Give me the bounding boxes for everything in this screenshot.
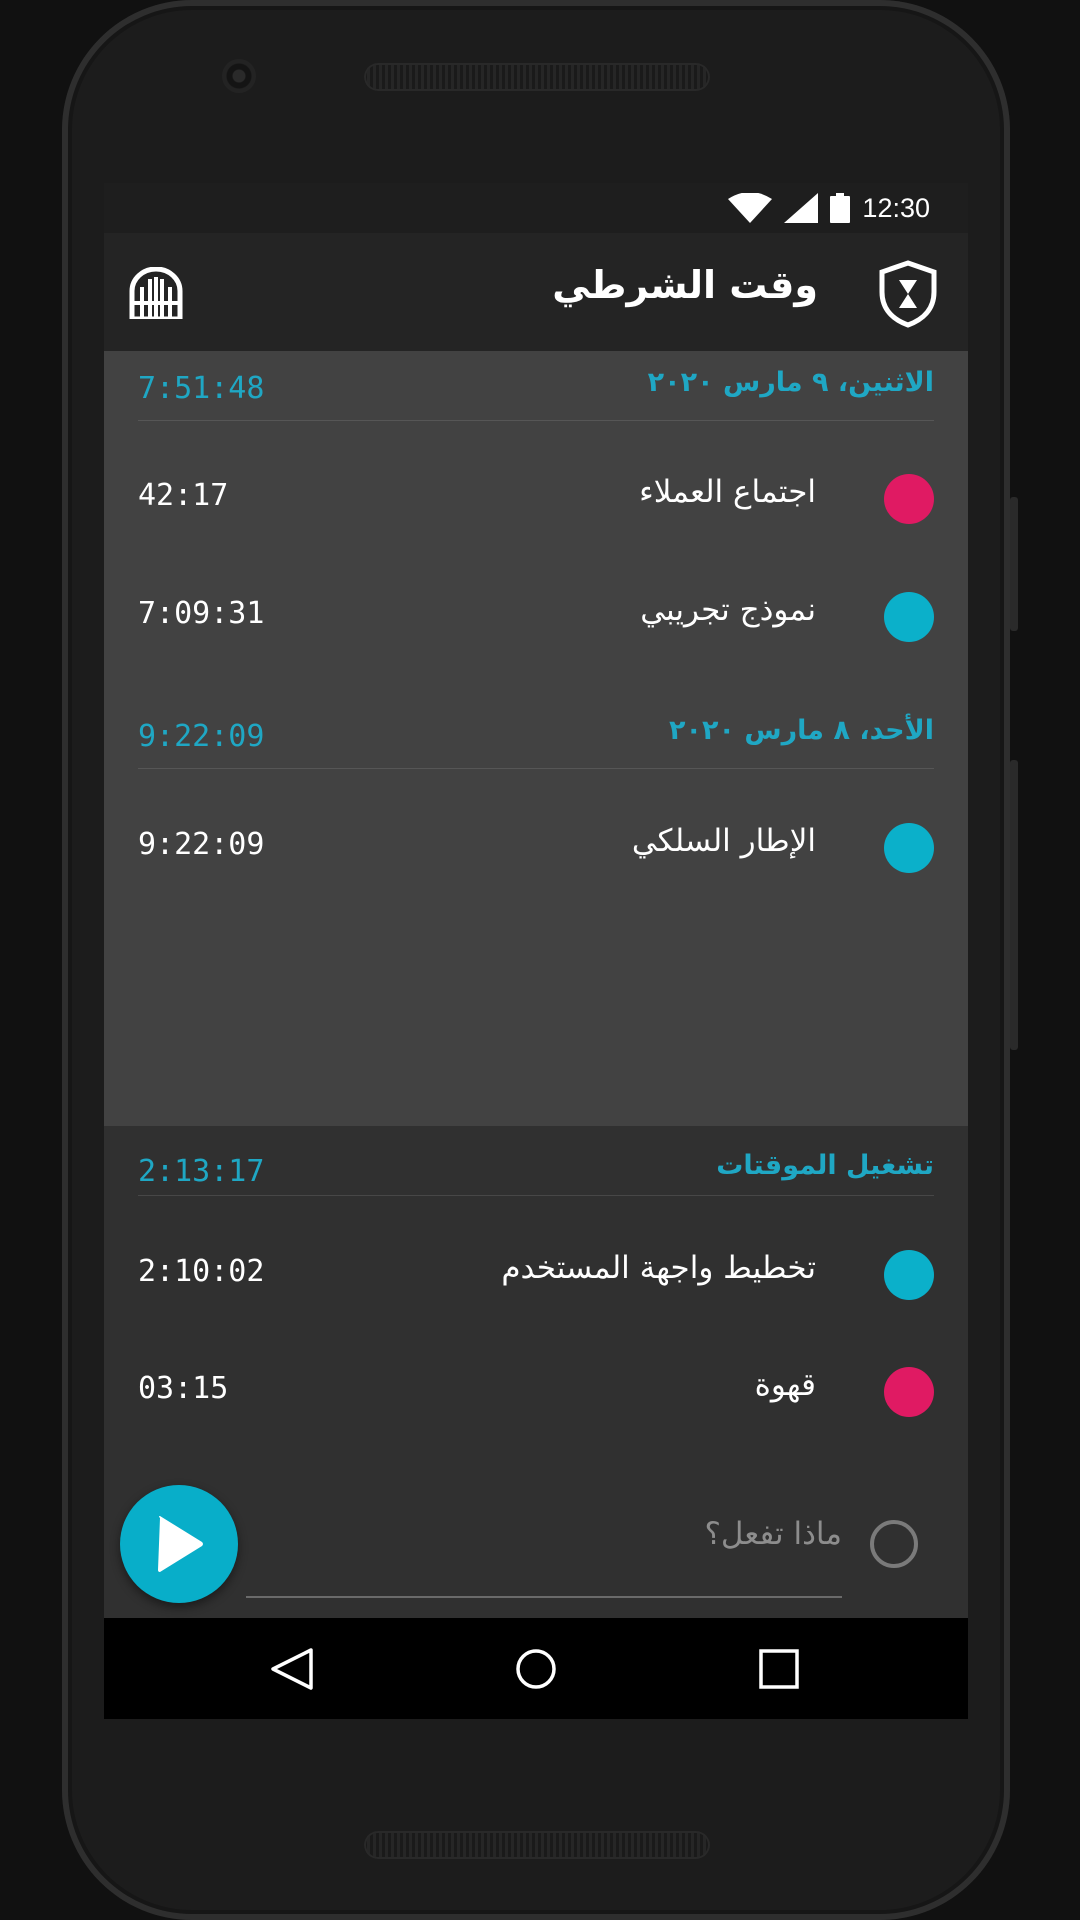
entry-duration: 42:17 (138, 478, 229, 513)
new-entry-input[interactable]: ماذا تفعل؟ (704, 1516, 842, 1552)
project-color-dot (884, 823, 934, 873)
screen: 12:30 وقت الشرطي 7:51:48 الاثنين، ٩ مارس… (104, 183, 968, 1719)
app-title: وقت الشرطي (552, 263, 818, 307)
day-header: 9:22:09 الأحد، ٨ مارس ٢٠٢٠ (138, 699, 934, 769)
play-icon (158, 1516, 203, 1572)
day-date: الأحد، ٨ مارس ٢٠٢٠ (669, 715, 934, 746)
bottom-speaker (364, 1831, 710, 1859)
project-select-circle[interactable] (870, 1520, 918, 1568)
recents-icon (759, 1648, 799, 1689)
project-color-dot (884, 1367, 934, 1417)
day-total: 7:51:48 (138, 371, 265, 406)
running-total: 2:13:17 (138, 1154, 265, 1189)
status-bar: 12:30 (104, 183, 968, 233)
project-color-dot (884, 1250, 934, 1300)
entry-name: تخطيط واجهة المستخدم (501, 1250, 816, 1286)
list-item[interactable]: 03:15 قهوة (138, 1341, 934, 1441)
battery-icon (830, 193, 851, 223)
day-total: 9:22:09 (138, 719, 265, 754)
front-camera (222, 59, 256, 93)
earpiece-speaker (364, 63, 710, 91)
entry-name: الإطار السلكي (631, 823, 816, 859)
day-date: الاثنين، ٩ مارس ٢٠٢٠ (647, 367, 934, 398)
list-item[interactable]: 7:09:31 نموذج تجريبي (138, 566, 934, 666)
entry-duration: 2:10:02 (138, 1254, 265, 1289)
back-button[interactable] (232, 1618, 352, 1719)
entry-duration: 03:15 (138, 1371, 229, 1406)
entry-name: قهوة (754, 1367, 816, 1403)
home-icon (516, 1648, 556, 1689)
entry-name: نموذج تجريبي (640, 592, 816, 628)
wifi-icon (728, 193, 773, 223)
start-timer-button[interactable] (120, 1485, 238, 1603)
app-bar: وقت الشرطي (104, 233, 968, 351)
day-header: 7:51:48 الاثنين، ٩ مارس ٢٠٢٠ (138, 351, 934, 421)
list-item[interactable]: 9:22:09 الإطار السلكي (138, 797, 934, 897)
running-label: تشغيل الموقتات (716, 1150, 934, 1181)
status-time: 12:30 (862, 192, 930, 223)
project-color-dot (884, 474, 934, 524)
signal-icon (784, 193, 819, 223)
project-color-dot (884, 592, 934, 642)
list-item[interactable]: 42:17 اجتماع العملاء (138, 448, 934, 548)
home-button[interactable] (476, 1618, 596, 1719)
power-button (1010, 760, 1018, 1050)
running-header: 2:13:17 تشغيل الموقتات (138, 1126, 934, 1196)
entry-name: اجتماع العملاء (639, 474, 816, 510)
nav-bar (104, 1618, 968, 1719)
list-item[interactable]: 2:10:02 تخطيط واجهة المستخدم (138, 1224, 934, 1324)
volume-button (1010, 497, 1018, 631)
shield-hourglass-icon (879, 260, 937, 328)
entry-duration: 7:09:31 (138, 596, 265, 631)
gate-icon[interactable] (128, 267, 184, 319)
input-underline (246, 1596, 842, 1598)
entries-list: 7:51:48 الاثنين، ٩ مارس ٢٠٢٠ 42:17 اجتما… (104, 351, 968, 1126)
back-icon (271, 1647, 313, 1690)
recents-button[interactable] (719, 1618, 839, 1719)
phone-top-bezel (0, 0, 1080, 183)
entry-duration: 9:22:09 (138, 827, 265, 862)
